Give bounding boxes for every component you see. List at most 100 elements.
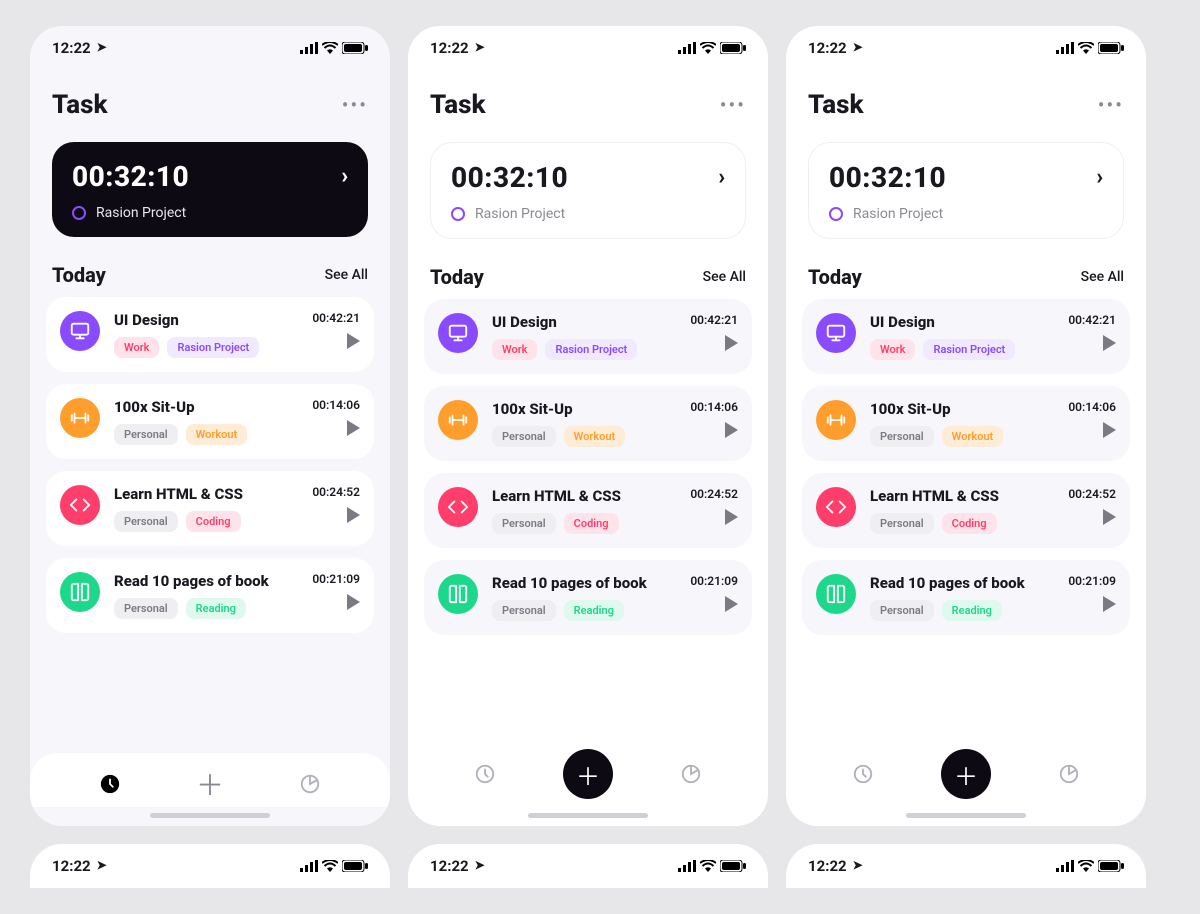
nav-add-button[interactable]: ＋ (195, 769, 225, 799)
task-row[interactable]: UI Design WorkRasion Project 00:42:21 (46, 297, 374, 372)
task-row[interactable]: Read 10 pages of book PersonalReading 00… (802, 560, 1130, 635)
tag-list: Work Rasion Project (492, 339, 690, 360)
task-icon (438, 400, 478, 440)
play-icon[interactable] (1103, 335, 1116, 351)
task-row[interactable]: 100x Sit-Up PersonalWorkout 00:14:06 (424, 386, 752, 461)
status-bar: 12:22 ➤ (30, 26, 390, 70)
task-row[interactable]: UI Design WorkRasion Project 00:42:21 (802, 299, 1130, 374)
nav-add-fab[interactable]: ＋ (941, 749, 991, 799)
timer-card[interactable]: 00:32:10 › Rasion Project (808, 142, 1124, 239)
tag[interactable]: Coding (942, 513, 997, 534)
tag[interactable]: Reading (186, 598, 246, 619)
tag[interactable]: Rasion Project (923, 339, 1015, 360)
task-icon (60, 398, 100, 438)
battery-icon (342, 42, 368, 54)
project-ring-icon (72, 206, 86, 220)
tag[interactable]: Workout (186, 424, 248, 445)
tag-list: Personal Coding (114, 511, 312, 532)
see-all-link[interactable]: See All (1081, 269, 1124, 285)
task-row[interactable]: Learn HTML & CSS Personal Coding 00:24:52 (802, 473, 1130, 548)
task-row[interactable]: Read 10 pages of book Personal Reading 00… (46, 558, 374, 633)
more-icon[interactable]: ••• (720, 93, 746, 117)
status-time: 12:22 (52, 857, 91, 875)
phone-peek: 12:22➤ (786, 844, 1146, 888)
battery-icon (1098, 860, 1124, 872)
tag[interactable]: Work (114, 337, 159, 358)
see-all-link[interactable]: See All (325, 267, 368, 283)
tag[interactable]: Work (492, 339, 537, 360)
tag[interactable]: Personal (114, 511, 178, 532)
task-time: 00:42:21 (690, 313, 738, 327)
tag[interactable]: Work (870, 339, 915, 360)
play-icon[interactable] (347, 507, 360, 523)
task-time: 00:24:52 (1068, 487, 1116, 501)
phone-screen: 12:22➤ Task••• 00:32:10 › Rasion Project… (786, 26, 1146, 826)
task-row[interactable]: 100x Sit-Up PersonalWorkout 00:14:06 (802, 386, 1130, 461)
task-title: Learn HTML & CSS (870, 487, 1068, 505)
tag[interactable]: Reading (564, 600, 624, 621)
home-indicator (528, 813, 648, 818)
nav-timer-button[interactable] (95, 769, 125, 799)
tag[interactable]: Personal (492, 513, 556, 534)
pie-icon (1058, 763, 1080, 785)
timer-card[interactable]: 00:32:10 › Rasion Project (52, 142, 368, 237)
bottom-nav: ＋ (408, 733, 768, 807)
status-time: 12:22 (430, 857, 469, 875)
tag[interactable]: Personal (870, 513, 934, 534)
page-title: Task (808, 90, 864, 120)
tag[interactable]: Rasion Project (167, 337, 259, 358)
tag[interactable]: Coding (564, 513, 619, 534)
play-icon[interactable] (1103, 422, 1116, 438)
timer-card[interactable]: 00:32:10 › Rasion Project (430, 142, 746, 239)
tag[interactable]: Personal (492, 426, 556, 447)
task-row[interactable]: 100x Sit-Up PersonalWorkout 00:14:06 (46, 384, 374, 459)
tag[interactable]: Workout (564, 426, 626, 447)
play-icon[interactable] (725, 422, 738, 438)
play-icon[interactable] (347, 420, 360, 436)
task-row[interactable]: Read 10 pages of book PersonalReading 00… (424, 560, 752, 635)
nav-add-fab[interactable]: ＋ (563, 749, 613, 799)
tag[interactable]: Reading (942, 600, 1002, 621)
play-icon[interactable] (725, 335, 738, 351)
home-indicator (906, 813, 1026, 818)
tag[interactable]: Personal (114, 598, 178, 619)
task-time: 00:21:09 (1068, 574, 1116, 588)
battery-icon (1098, 42, 1124, 54)
location-icon: ➤ (853, 40, 863, 54)
tag[interactable]: Personal (870, 600, 934, 621)
nav-timer-button[interactable] (470, 759, 500, 789)
more-icon[interactable]: ••• (342, 93, 368, 117)
nav-timer-button[interactable] (848, 759, 878, 789)
task-title: Learn HTML & CSS (114, 485, 312, 503)
tag[interactable]: Personal (492, 600, 556, 621)
timer-project: Rasion Project (853, 206, 943, 222)
tag-list: Personal Reading (114, 598, 312, 619)
play-icon[interactable] (347, 594, 360, 610)
play-icon[interactable] (1103, 596, 1116, 612)
see-all-link[interactable]: See All (703, 269, 746, 285)
play-icon[interactable] (725, 509, 738, 525)
tag[interactable]: Personal (114, 424, 178, 445)
task-row[interactable]: Learn HTML & CSS PersonalCoding 00:24:52 (424, 473, 752, 548)
phone-screen: 12:22➤ Task••• 00:32:10 › Rasion Project… (408, 26, 768, 826)
task-row[interactable]: UI Design WorkRasion Project 00:42:21 (424, 299, 752, 374)
play-icon[interactable] (347, 333, 360, 349)
play-icon[interactable] (1103, 509, 1116, 525)
plus-icon: ＋ (196, 764, 224, 804)
task-title: Read 10 pages of book (114, 572, 312, 590)
status-right (300, 42, 368, 54)
more-icon[interactable]: ••• (1098, 93, 1124, 117)
nav-pie-button[interactable] (295, 769, 325, 799)
tag-list: Personal Reading (870, 600, 1068, 621)
nav-pie-button[interactable] (1054, 759, 1084, 789)
task-row[interactable]: Learn HTML & CSS PersonalCoding 00:24:52 (46, 471, 374, 546)
tag[interactable]: Coding (186, 511, 241, 532)
tag-list: Personal Coding (492, 513, 690, 534)
play-icon[interactable] (725, 596, 738, 612)
nav-pie-button[interactable] (676, 759, 706, 789)
tag[interactable]: Rasion Project (545, 339, 637, 360)
task-icon (438, 487, 478, 527)
task-time: 00:21:09 (312, 572, 360, 586)
tag[interactable]: Personal (870, 426, 934, 447)
tag[interactable]: Workout (942, 426, 1004, 447)
